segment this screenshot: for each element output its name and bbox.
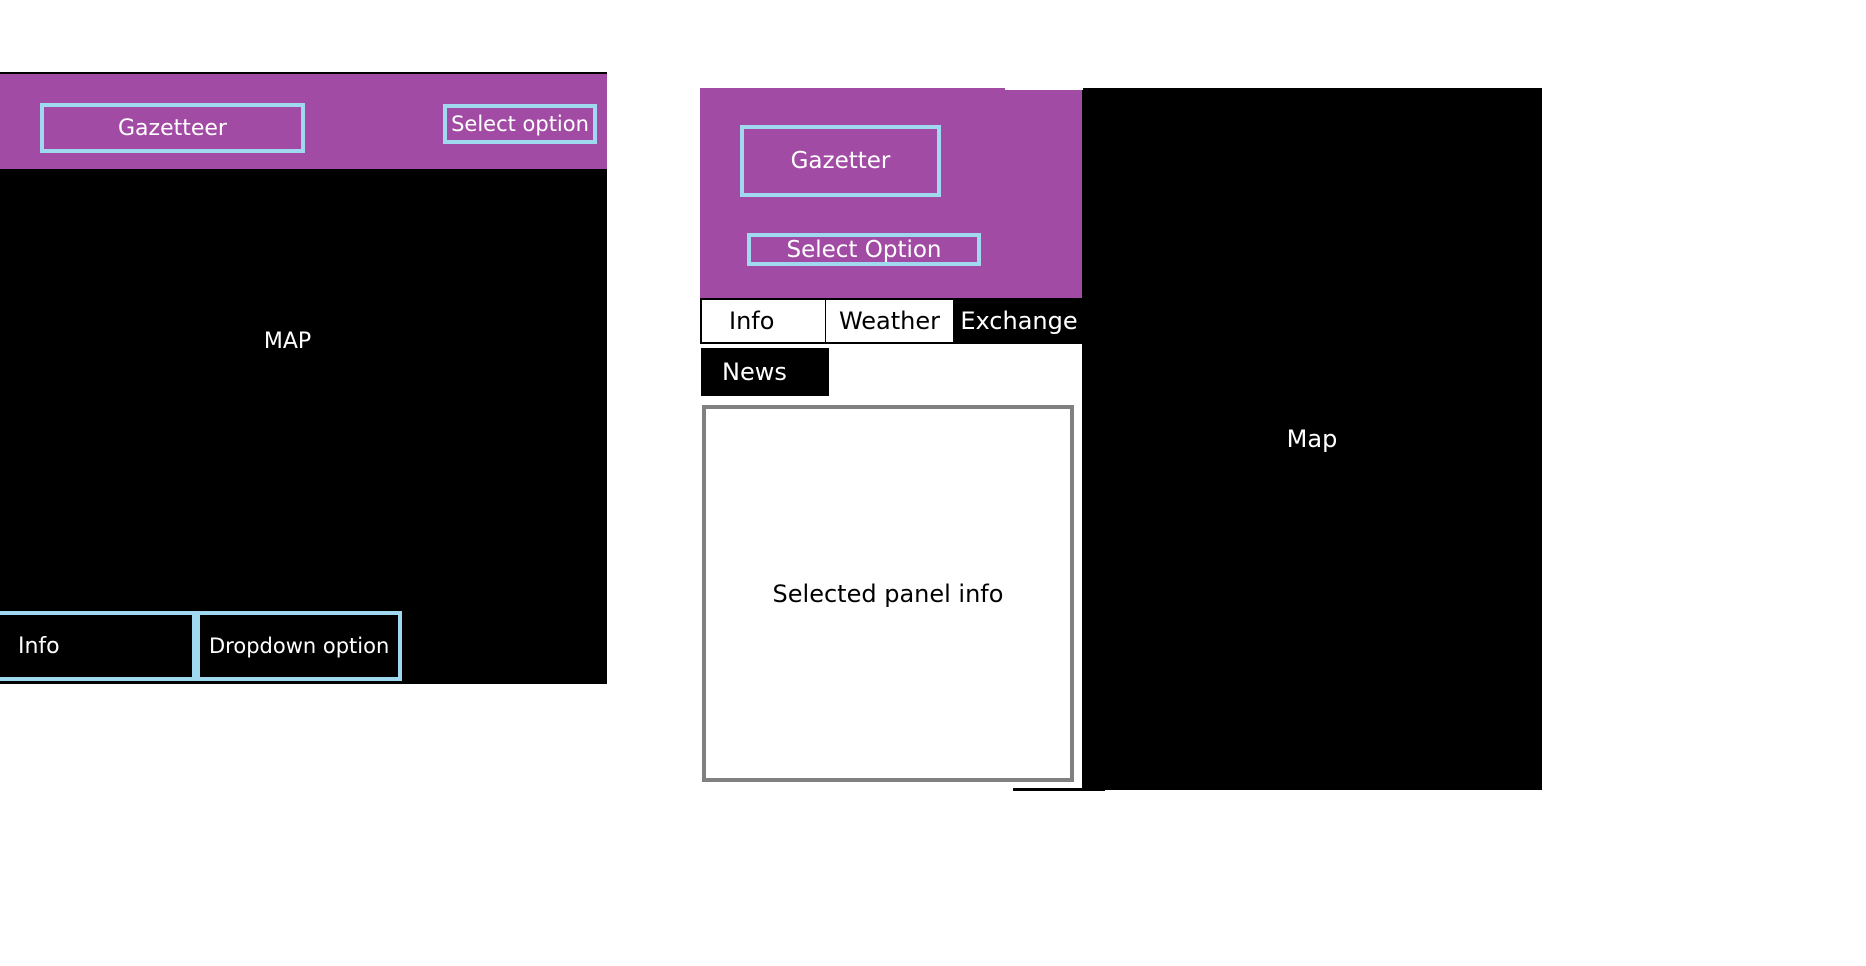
desktop-bottom-line xyxy=(1013,788,1105,791)
desktop-brand-label: Gazetter xyxy=(790,148,891,174)
tab-news-label: News xyxy=(722,358,787,386)
selected-panel: Selected panel info xyxy=(702,405,1074,782)
mobile-select-option-button[interactable]: Select option xyxy=(443,104,597,144)
desktop-map-label: Map xyxy=(1286,425,1338,453)
mobile-info-button[interactable]: Info xyxy=(0,611,196,681)
desktop-brand-box: Gazetter xyxy=(740,125,941,197)
mobile-brand-label: Gazetteer xyxy=(118,115,227,141)
selected-panel-text: Selected panel info xyxy=(772,579,1004,608)
mobile-dropdown-label: Dropdown option xyxy=(209,634,390,658)
tab-info[interactable]: Info xyxy=(702,300,825,342)
mobile-select-option-label: Select option xyxy=(451,112,589,136)
tab-weather-label: Weather xyxy=(838,307,941,335)
mobile-brand-box: Gazetteer xyxy=(40,103,305,153)
mobile-dropdown-button[interactable]: Dropdown option xyxy=(196,611,402,681)
tab-exchange[interactable]: Exchange xyxy=(957,300,1081,342)
tab-exchange-label: Exchange xyxy=(960,307,1078,335)
desktop-select-option-label: Select Option xyxy=(786,236,942,263)
mobile-map-label: MAP xyxy=(263,329,312,354)
tab-info-label: Info xyxy=(729,307,775,335)
desktop-header-top-strip xyxy=(1005,88,1083,90)
tab-news[interactable]: News xyxy=(701,348,829,396)
tab-weather[interactable]: Weather xyxy=(826,300,953,342)
mobile-info-label: Info xyxy=(18,633,60,659)
desktop-select-option-button[interactable]: Select Option xyxy=(747,233,981,266)
mobile-mockup-map-area[interactable] xyxy=(0,169,607,684)
